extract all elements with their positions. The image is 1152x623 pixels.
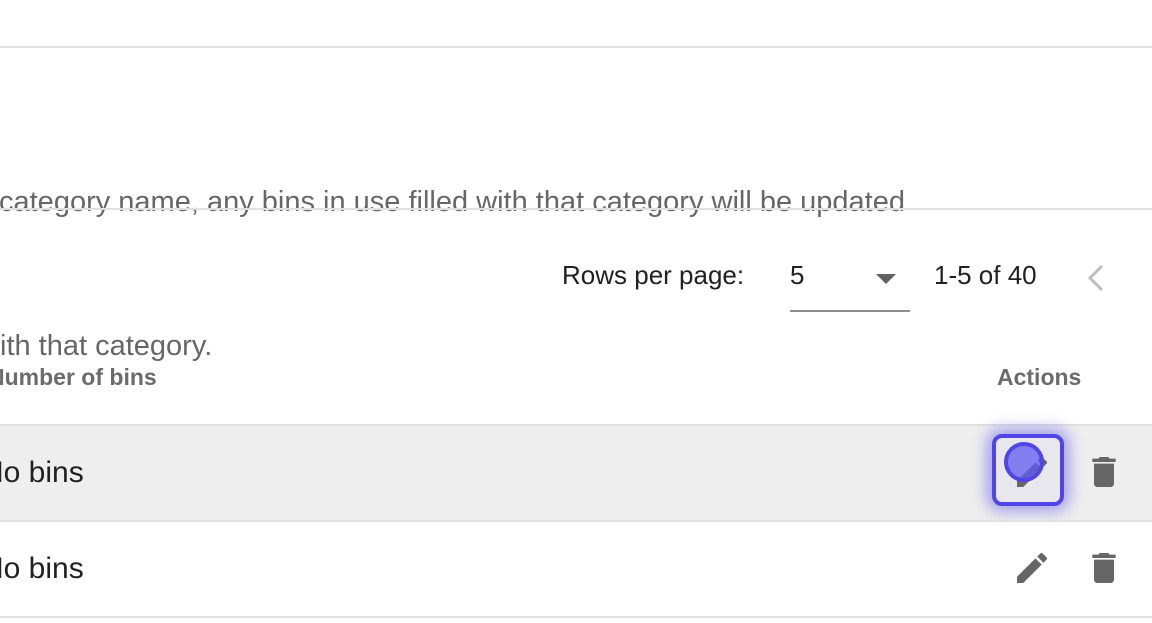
table-header: Number of bins Actions xyxy=(0,340,1152,424)
divider-middle xyxy=(0,208,1152,210)
trash-icon xyxy=(1092,457,1116,487)
rows-per-page-value: 5 xyxy=(790,260,805,290)
rows-per-page-select[interactable]: 5 xyxy=(790,250,910,312)
chevron-left-icon xyxy=(1087,264,1104,292)
divider-top xyxy=(0,46,1152,48)
pencil-icon xyxy=(1017,552,1048,583)
description-line-1: edit a category name, any bins in use fi… xyxy=(0,186,905,218)
number-of-bins-cell: No bins xyxy=(0,552,84,585)
table-pagination: Rows per page: 5 1-5 of 40 xyxy=(0,250,1152,312)
previous-page-button[interactable] xyxy=(1080,260,1112,296)
focus-indicator-dot xyxy=(1004,442,1044,482)
delete-button[interactable] xyxy=(1068,436,1140,508)
categories-page: edit a category name, any bins in use fi… xyxy=(0,0,1152,623)
number-of-bins-cell: No bins xyxy=(0,456,84,489)
pagination-range: 1-5 of 40 xyxy=(934,260,1037,290)
edit-button[interactable] xyxy=(996,532,1068,604)
table-row: No bins xyxy=(0,520,1152,618)
edit-button[interactable] xyxy=(992,434,1068,508)
column-header-number-of-bins[interactable]: Number of bins xyxy=(0,364,157,391)
delete-button[interactable] xyxy=(1068,532,1140,604)
caret-down-icon xyxy=(876,274,896,284)
table-row: No bins xyxy=(0,424,1152,520)
column-header-actions: Actions xyxy=(997,364,1082,390)
trash-icon xyxy=(1092,553,1116,583)
rows-per-page-label: Rows per page: xyxy=(562,260,745,290)
